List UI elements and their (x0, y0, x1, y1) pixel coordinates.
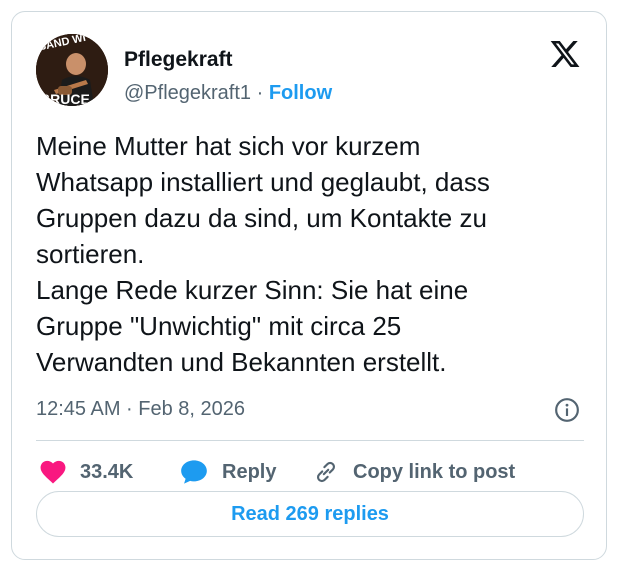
heart-icon (40, 460, 66, 484)
copy-link-button[interactable]: Copy link to post (313, 458, 515, 486)
handle-separator: · (251, 82, 269, 104)
follow-button[interactable]: Follow (269, 82, 332, 104)
author-handle-row: @Pflegekraft1 · Follow (124, 82, 332, 105)
copy-link-label: Copy link to post (353, 460, 516, 483)
speech-bubble-icon (181, 460, 207, 484)
read-replies-button[interactable]: Read 269 replies (36, 491, 584, 537)
avatar[interactable]: BAND WI BRUCE (36, 34, 108, 106)
like-count: 33.4K (80, 460, 134, 483)
info-icon[interactable] (554, 397, 580, 423)
author-handle[interactable]: @Pflegekraft1 (124, 82, 251, 104)
divider (36, 440, 584, 441)
reply-label: Reply (222, 460, 277, 483)
like-button[interactable]: 33.4K (40, 458, 133, 486)
author-name[interactable]: Pflegekraft (124, 48, 233, 72)
avatar-image: BAND WI BRUCE (36, 34, 108, 106)
link-icon (316, 461, 336, 483)
read-replies-label: Read 269 replies (231, 502, 389, 525)
tweet-card: BAND WI BRUCE Pflegekraft @Pflegekraft1 … (11, 11, 607, 560)
tweet-timestamp[interactable]: 12:45 AM · Feb 8, 2026 (36, 398, 245, 421)
avatar-caption-bottom: BRUCE (40, 91, 90, 106)
x-logo-icon[interactable] (549, 38, 581, 70)
reply-button[interactable]: Reply (180, 458, 276, 486)
tweet-text: Meine Mutter hat sich vor kurzem Whatsap… (36, 131, 490, 377)
